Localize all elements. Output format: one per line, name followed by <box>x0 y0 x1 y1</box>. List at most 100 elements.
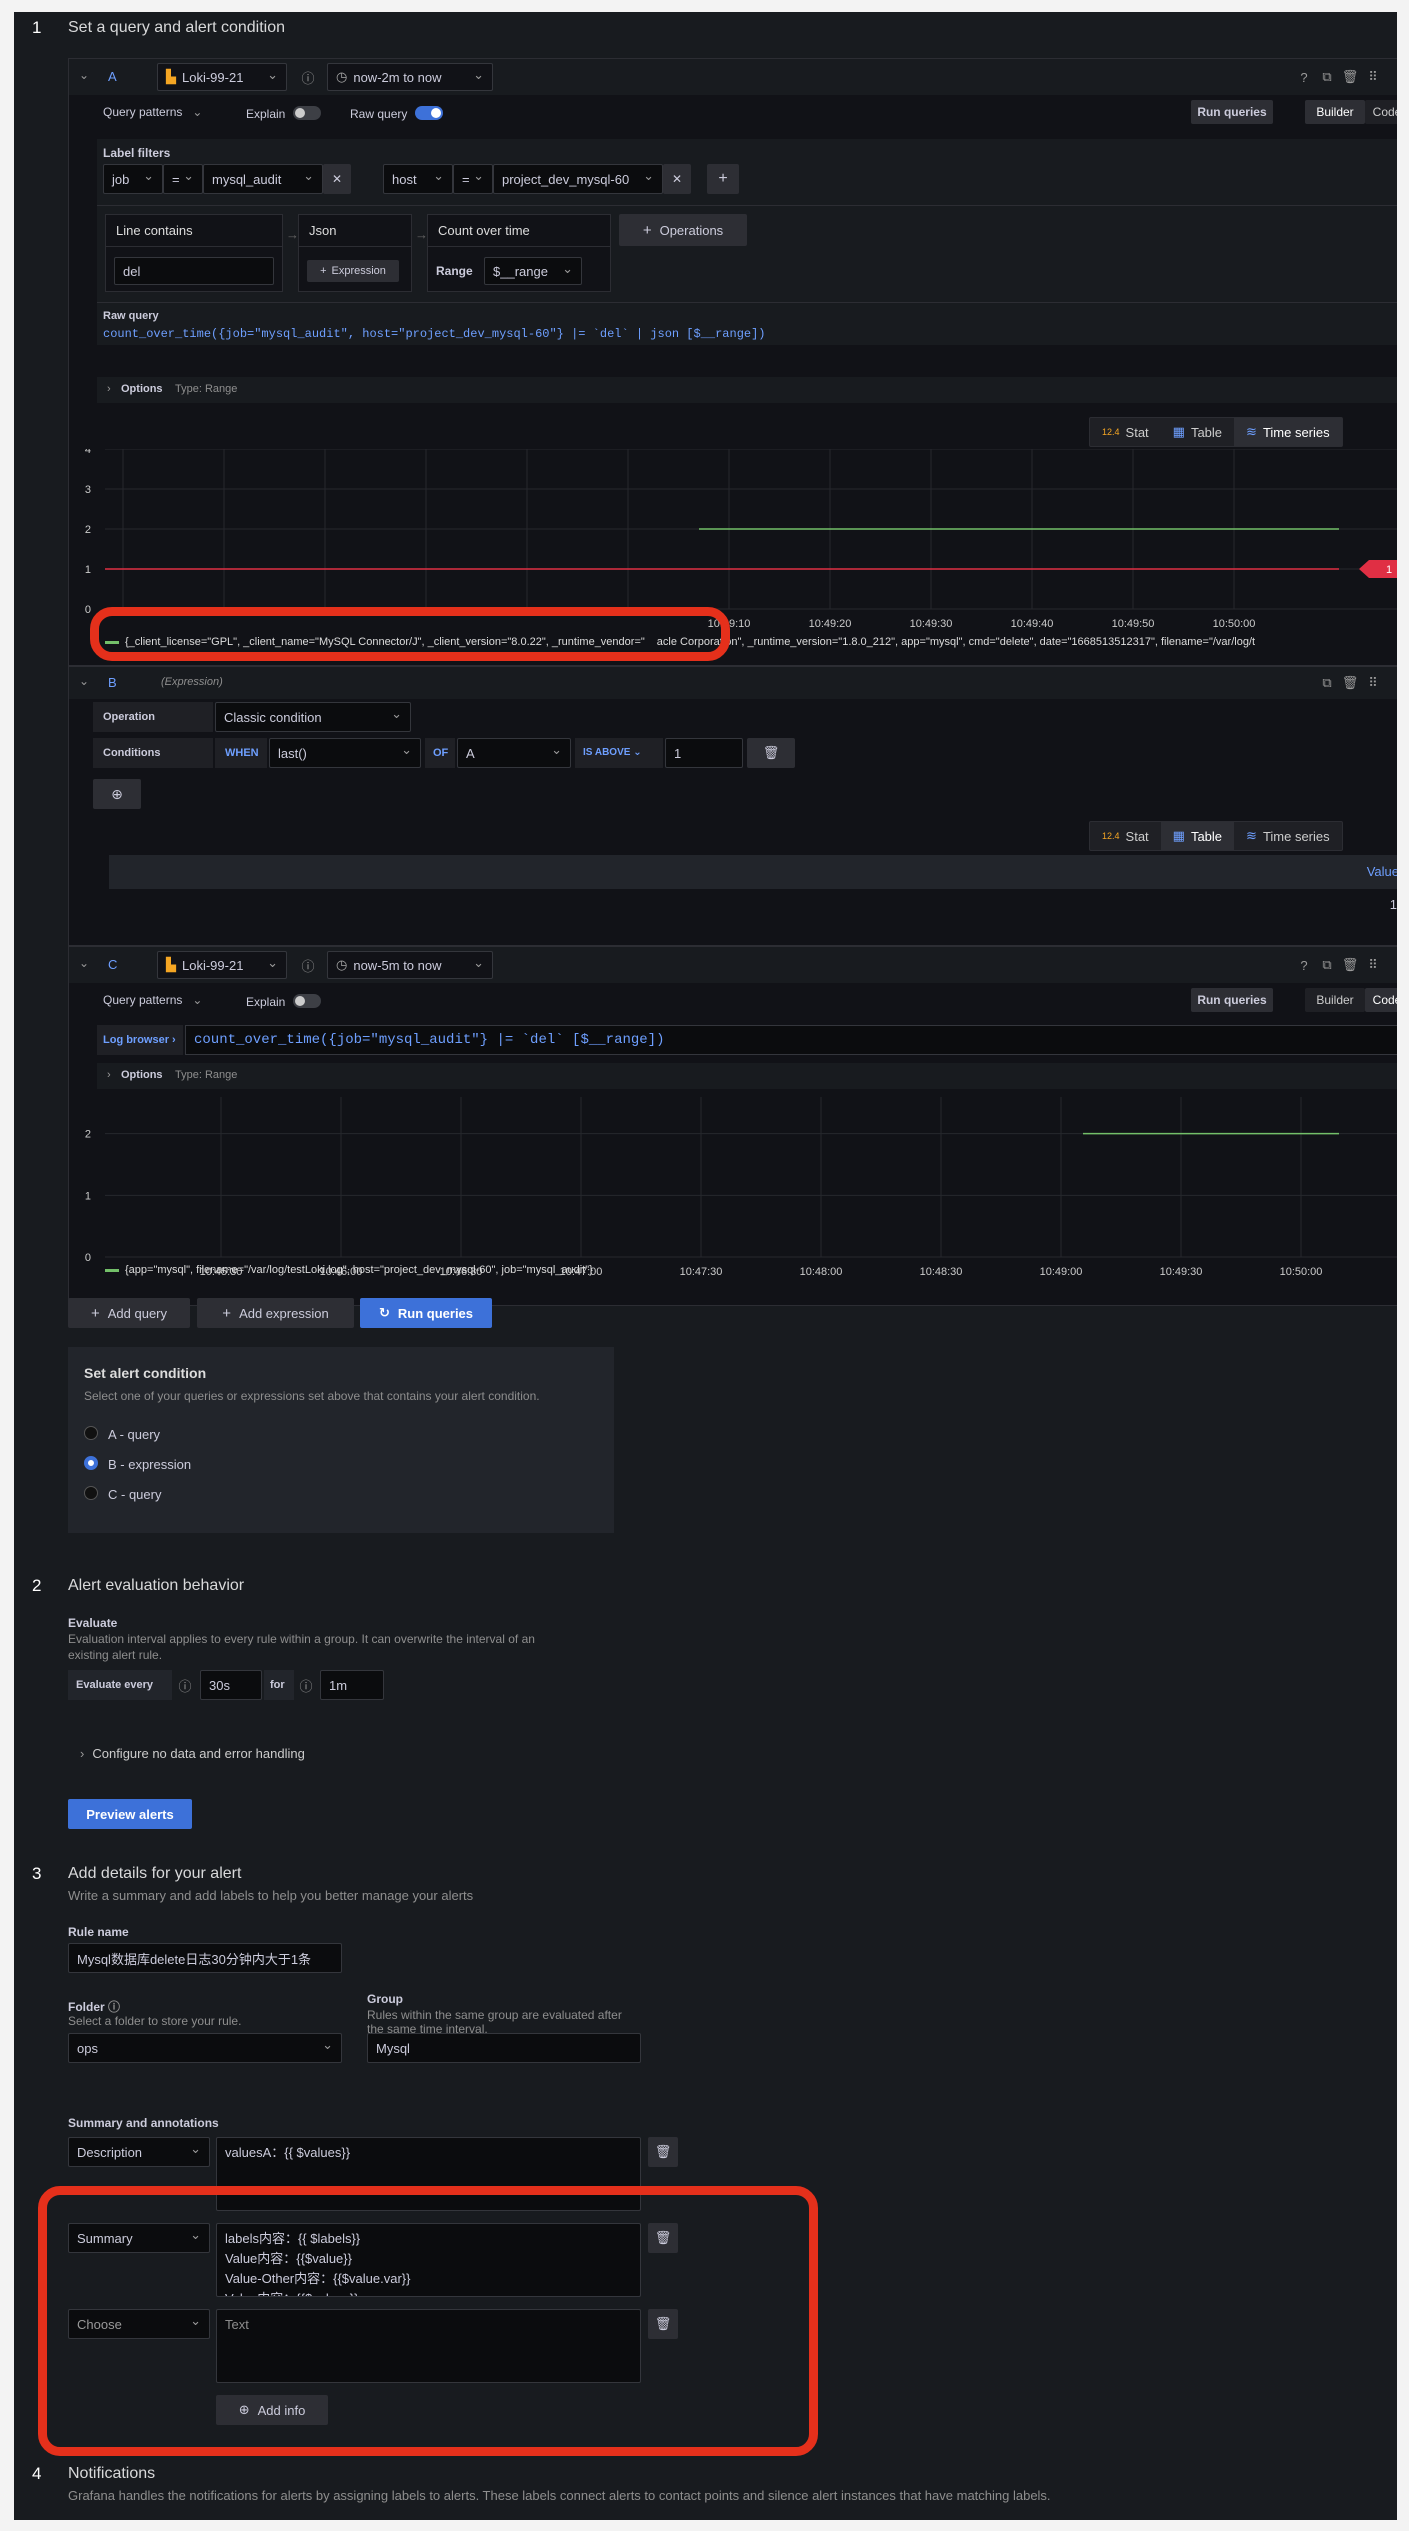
range-select[interactable]: $__range <box>484 257 582 285</box>
explain-toggle[interactable] <box>293 994 321 1008</box>
help-icon[interactable]: ? <box>1295 956 1313 974</box>
radio-c[interactable] <box>84 1486 98 1500</box>
collapse-chevron-icon[interactable]: ⌄ <box>79 68 89 82</box>
filter1-value-select[interactable]: mysql_audit <box>203 164 323 194</box>
drag-handle-icon[interactable]: ⠿ <box>1364 68 1382 86</box>
filter1-label-select[interactable]: job <box>103 164 163 194</box>
info-icon[interactable]: ⓘ <box>108 2000 120 2014</box>
info-icon[interactable]: ⓘ <box>299 68 317 86</box>
evaluate-every-input[interactable]: 30s <box>200 1670 262 1700</box>
group-desc-1: Rules within the same group are evaluate… <box>367 2008 622 2022</box>
info-icon[interactable]: ⓘ <box>294 1676 318 1694</box>
plus-icon: + <box>642 221 652 239</box>
time-range-picker[interactable]: ◷ now-5m to now <box>327 951 493 979</box>
table-tab[interactable]: ▦ Table <box>1160 822 1235 850</box>
drag-handle-icon[interactable]: ⠿ <box>1364 674 1382 692</box>
query-select[interactable]: A <box>457 738 571 768</box>
stat-label: Stat <box>1125 424 1149 440</box>
legend-text: {app="mysql", filename="/var/log/testLok… <box>125 1264 593 1276</box>
operation-title: Line contains <box>106 215 282 247</box>
remove-filter2-icon[interactable]: ✕ <box>663 164 691 194</box>
folder-select[interactable]: ops <box>68 2033 342 2063</box>
x-tick-label: 10:49:40 <box>1011 618 1054 630</box>
delete-icon[interactable]: 🗑 <box>1341 674 1359 692</box>
add-expression-button[interactable]: + Add expression <box>197 1298 354 1328</box>
x-tick-label: 10:48:30 <box>920 1266 963 1278</box>
rule-name-input[interactable]: Mysql数据库delete日志30分钟内大于1条 <box>68 1943 342 1973</box>
time-series-tab[interactable]: ≋ Time series <box>1234 418 1342 446</box>
value-column-header[interactable]: Value <box>1367 864 1397 879</box>
add-filter-icon[interactable]: + <box>707 164 739 194</box>
collapse-chevron-icon[interactable]: ⌄ <box>79 674 89 688</box>
query-editor[interactable]: count_over_time({job="mysql_audit"} |= `… <box>185 1025 1397 1055</box>
stat-tab[interactable]: 12.4 Stat <box>1090 418 1161 446</box>
reducer-select[interactable]: last() <box>269 738 421 768</box>
run-queries-button[interactable]: Run queries <box>1191 100 1273 124</box>
collapse-chevron-icon[interactable]: ⌄ <box>79 956 89 970</box>
builder-tab[interactable]: Builder <box>1305 988 1365 1012</box>
preview-alerts-button[interactable]: Preview alerts <box>68 1799 192 1829</box>
expression-b-header: ⌄ B (Expression) ⧉ 🗑 ⠿ <box>69 667 1397 699</box>
filter2-value-select[interactable]: project_dev_mysql-60 <box>493 164 663 194</box>
explain-toggle[interactable] <box>293 106 321 120</box>
annotation-key-select[interactable]: Description <box>68 2137 210 2167</box>
add-condition-icon[interactable]: ⊕ <box>93 779 141 809</box>
duplicate-icon[interactable]: ⧉ <box>1318 956 1336 974</box>
filter2-op-select[interactable]: = <box>453 164 493 194</box>
radio-b[interactable] <box>84 1456 98 1470</box>
stat-tab[interactable]: 12.4 Stat <box>1090 822 1161 850</box>
raw-query-toggle[interactable] <box>415 106 443 120</box>
info-icon[interactable]: ⓘ <box>172 1676 198 1694</box>
duplicate-icon[interactable]: ⧉ <box>1318 674 1336 692</box>
remove-annotation-icon[interactable]: 🗑 <box>648 2137 678 2167</box>
delete-icon[interactable]: 🗑 <box>1341 956 1359 974</box>
radio-a[interactable] <box>84 1426 98 1440</box>
drag-handle-icon[interactable]: ⠿ <box>1364 956 1382 974</box>
run-queries-button[interactable]: Run queries <box>1191 988 1273 1012</box>
code-tab[interactable]: Code <box>1365 100 1397 124</box>
options-row[interactable]: › Options Type: Range <box>97 1063 1397 1089</box>
y-tick-label: 2 <box>85 524 91 536</box>
operation-json: Json + Expression <box>298 214 412 292</box>
section-subtitle: Grafana handles the notifications for al… <box>68 2488 1051 2503</box>
code-tab[interactable]: Code <box>1365 988 1397 1012</box>
table-icon: ▦ <box>1172 828 1185 843</box>
operations-button[interactable]: + Operations <box>619 214 747 246</box>
builder-tab[interactable]: Builder <box>1305 100 1365 124</box>
info-icon[interactable]: ⓘ <box>299 956 317 974</box>
filter2-label: host <box>392 171 417 187</box>
x-tick-label: 10:50:00 <box>1280 1266 1323 1278</box>
step-number: 1 <box>32 18 42 37</box>
help-icon[interactable]: ? <box>1295 68 1313 86</box>
filter2-label-select[interactable]: host <box>383 164 453 194</box>
remove-filter1-icon[interactable]: ✕ <box>323 164 351 194</box>
line-contains-input[interactable]: del <box>114 257 274 285</box>
table-tab[interactable]: ▦ Table <box>1161 418 1234 446</box>
configure-no-data-toggle[interactable]: › Configure no data and error handling <box>80 1746 305 1761</box>
datasource-picker[interactable]: ▙ Loki-99-21 <box>157 63 287 91</box>
y-tick-label: 2 <box>85 1129 91 1141</box>
options-row[interactable]: › Options Type: Range <box>97 377 1397 403</box>
evaluator-select[interactable]: IS ABOVE ⌄ <box>575 738 663 768</box>
group-input[interactable]: Mysql <box>367 2033 641 2063</box>
time-range-picker[interactable]: ◷ now-2m to now <box>327 63 493 91</box>
add-expression-button[interactable]: + Expression <box>307 260 399 282</box>
add-query-button[interactable]: + Add query <box>68 1298 190 1328</box>
remove-condition-icon[interactable]: 🗑 <box>747 738 795 768</box>
query-patterns-dropdown[interactable]: Query patterns ⌄ <box>103 105 202 119</box>
step-number: 4 <box>32 2464 42 2483</box>
run-queries-main-button[interactable]: ↻ Run queries <box>360 1298 492 1328</box>
evaluate-every-label: Evaluate every <box>68 1670 172 1700</box>
duplicate-icon[interactable]: ⧉ <box>1318 68 1336 86</box>
filter1-op-select[interactable]: = <box>163 164 203 194</box>
query-patterns-dropdown[interactable]: Query patterns ⌄ <box>103 993 202 1007</box>
raw-query-label: Raw query <box>350 107 408 121</box>
datasource-picker[interactable]: ▙ Loki-99-21 <box>157 951 287 979</box>
delete-icon[interactable]: 🗑 <box>1341 68 1359 86</box>
log-browser-button[interactable]: Log browser › <box>97 1025 183 1055</box>
time-series-tab[interactable]: ≋ Time series <box>1234 822 1342 850</box>
datasource-name: Loki-99-21 <box>182 69 244 85</box>
threshold-input[interactable]: 1 <box>665 738 743 768</box>
operation-select[interactable]: Classic condition <box>215 702 411 732</box>
for-input[interactable]: 1m <box>320 1670 384 1700</box>
